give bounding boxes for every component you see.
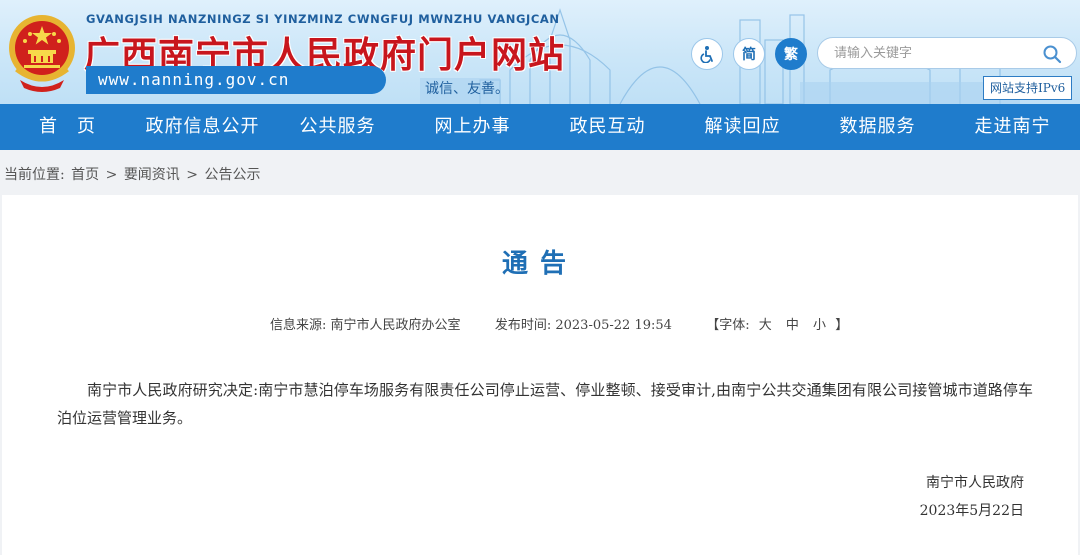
font-size-label: 【字体: bbox=[706, 318, 750, 333]
nav-item-about-nanning[interactable]: 走进南宁 bbox=[945, 104, 1080, 150]
breadcrumb-separator: > bbox=[105, 167, 118, 183]
breadcrumb-prefix: 当前位置: bbox=[4, 167, 65, 183]
nav-item-public-service[interactable]: 公共服务 bbox=[270, 104, 405, 150]
ipv6-badge: 网站支持IPv6 bbox=[983, 76, 1073, 100]
source-value: 南宁市人民政府办公室 bbox=[330, 318, 461, 333]
slogan-text: 诚信、友善。 bbox=[425, 81, 509, 97]
article-title: 通告 bbox=[501, 249, 578, 279]
search-input[interactable] bbox=[834, 44, 1034, 62]
main-nav: 首 页 政府信息公开 公共服务 网上办事 政民互动 解读回应 数据服务 走进南宁 bbox=[0, 104, 1080, 150]
site-header: GVANGJSIH NANZNINGZ SI YINZMINZ CWNGFUJ … bbox=[0, 0, 1080, 104]
nav-item-home[interactable]: 首 页 bbox=[0, 104, 135, 150]
nav-item-interaction[interactable]: 政民互动 bbox=[540, 104, 675, 150]
breadcrumb-item-news[interactable]: 要闻资讯 bbox=[124, 167, 180, 183]
breadcrumb-item-notices[interactable]: 公告公示 bbox=[204, 167, 260, 183]
accessibility-button[interactable] bbox=[691, 38, 723, 70]
breadcrumb: 当前位置: 首页 > 要闻资讯 > 公告公示 bbox=[4, 164, 262, 184]
article-meta: 信息来源: 南宁市人民政府办公室 发布时间: 2023-05-22 19:54 … bbox=[270, 314, 848, 333]
font-medium-button[interactable]: 中 bbox=[786, 318, 799, 333]
source-label: 信息来源: bbox=[270, 318, 327, 333]
national-emblem-icon bbox=[9, 15, 75, 92]
font-small-button[interactable]: 小 bbox=[813, 318, 826, 333]
date-value: 2023-05-22 19:54 bbox=[555, 318, 672, 333]
traditional-chinese-button[interactable]: 繁 bbox=[775, 38, 807, 70]
breadcrumb-item-home[interactable]: 首页 bbox=[71, 167, 99, 183]
site-english-title: GVANGJSIH NANZNINGZ SI YINZMINZ CWNGFUJ … bbox=[86, 12, 560, 26]
site-url: www.nanning.gov.cn bbox=[98, 70, 290, 89]
nav-item-interpretation[interactable]: 解读回应 bbox=[675, 104, 810, 150]
simplified-chinese-button[interactable]: 简 bbox=[733, 38, 765, 70]
search-box bbox=[817, 37, 1077, 69]
article-panel: 通告 信息来源: 南宁市人民政府办公室 发布时间: 2023-05-22 19:… bbox=[2, 195, 1078, 555]
accessibility-icon bbox=[700, 46, 713, 63]
date-label: 发布时间: bbox=[494, 318, 552, 333]
search-icon[interactable] bbox=[1042, 44, 1062, 64]
article-signature: 南宁市人民政府 2023年5月22日 bbox=[920, 469, 1024, 525]
breadcrumb-separator: > bbox=[186, 167, 198, 183]
nav-item-gov-info[interactable]: 政府信息公开 bbox=[135, 104, 270, 150]
signature-org: 南宁市人民政府 bbox=[926, 475, 1024, 491]
font-size-close: 】 bbox=[835, 318, 849, 333]
nav-item-online-affairs[interactable]: 网上办事 bbox=[405, 104, 540, 150]
nav-item-data-service[interactable]: 数据服务 bbox=[810, 104, 945, 150]
article-body: 南宁市人民政府研究决定:南宁市慧泊停车场服务有限责任公司停止运营、停业整顿、接受… bbox=[57, 381, 1033, 427]
signature-date: 2023年5月22日 bbox=[919, 503, 1024, 519]
font-large-button[interactable]: 大 bbox=[759, 318, 772, 333]
